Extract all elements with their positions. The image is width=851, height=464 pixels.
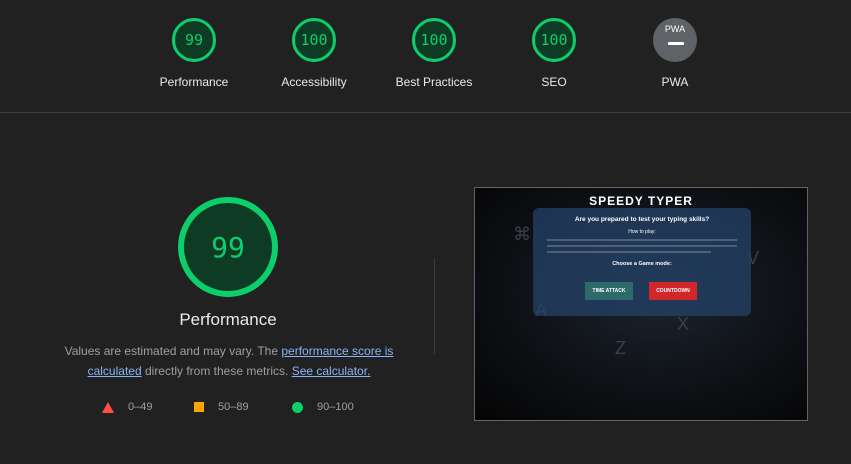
gauge-label: Accessibility xyxy=(281,75,347,89)
vertical-divider xyxy=(434,258,435,354)
legend-pass: 90–100 xyxy=(292,401,354,413)
gauge-performance[interactable]: 99 Performance xyxy=(134,18,254,89)
gauge-pwa[interactable]: PWA PWA xyxy=(615,18,735,89)
category-title: Performance xyxy=(179,310,277,329)
rules-text-line xyxy=(547,245,737,247)
rules-text-line xyxy=(547,239,737,241)
game-question: Are you prepared to test your typing ski… xyxy=(574,216,710,223)
triangle-icon xyxy=(102,401,114,413)
final-screenshot-thumbnail[interactable]: ⌘ A Z X V SPEEDY TYPER Are you prepared … xyxy=(474,187,808,421)
key-glyph: Z xyxy=(615,338,626,358)
legend-fail: 0–49 xyxy=(102,401,152,413)
key-glyph: X xyxy=(677,314,690,334)
time-attack-button: TIME ATTACK xyxy=(585,282,633,300)
score-ring: 100 xyxy=(412,18,456,62)
desc-text: directly from these metrics. xyxy=(141,364,292,378)
gauge-label: Performance xyxy=(159,75,229,89)
score-ring: 100 xyxy=(292,18,336,62)
pwa-badge-text: PWA xyxy=(664,24,686,34)
score-ring: 100 xyxy=(532,18,576,62)
dash-icon xyxy=(668,42,684,45)
how-to-heading: How to play: xyxy=(628,229,656,235)
score-ring: 99 xyxy=(172,18,216,62)
legend-range: 50–89 xyxy=(218,401,249,413)
key-glyph: ⌘ xyxy=(513,224,531,244)
gauge-label: SEO xyxy=(541,75,567,89)
legend-range: 90–100 xyxy=(317,401,354,413)
score-ring-large: 99 xyxy=(178,197,278,297)
gauge-label: PWA xyxy=(661,75,689,89)
mode-heading: Choose a Game mode: xyxy=(612,261,672,267)
category-description: Values are estimated and may vary. The p… xyxy=(54,341,404,381)
countdown-button: COUNTDOWN xyxy=(649,282,697,300)
circle-icon xyxy=(292,401,303,413)
gauge-best-practices[interactable]: 100 Best Practices xyxy=(374,18,494,89)
legend-average: 50–89 xyxy=(194,401,249,413)
rules-text-line xyxy=(547,251,711,253)
desc-text: Values are estimated and may vary. The xyxy=(64,344,282,358)
square-icon xyxy=(194,402,204,412)
gauge-seo[interactable]: 100 SEO xyxy=(494,18,614,89)
score-summary-bar: 99 Performance 100 Accessibility 100 Bes… xyxy=(0,0,851,113)
legend-range: 0–49 xyxy=(128,401,153,413)
gauge-label: Best Practices xyxy=(395,75,473,89)
game-title: SPEEDY TYPER xyxy=(589,194,693,208)
game-intro-card: Are you prepared to test your typing ski… xyxy=(533,208,751,316)
see-calculator-link[interactable]: See calculator. xyxy=(292,364,371,378)
pwa-badge-icon: PWA xyxy=(653,18,697,62)
performance-gauge-large: 99 xyxy=(178,197,278,297)
gauge-accessibility[interactable]: 100 Accessibility xyxy=(254,18,374,89)
